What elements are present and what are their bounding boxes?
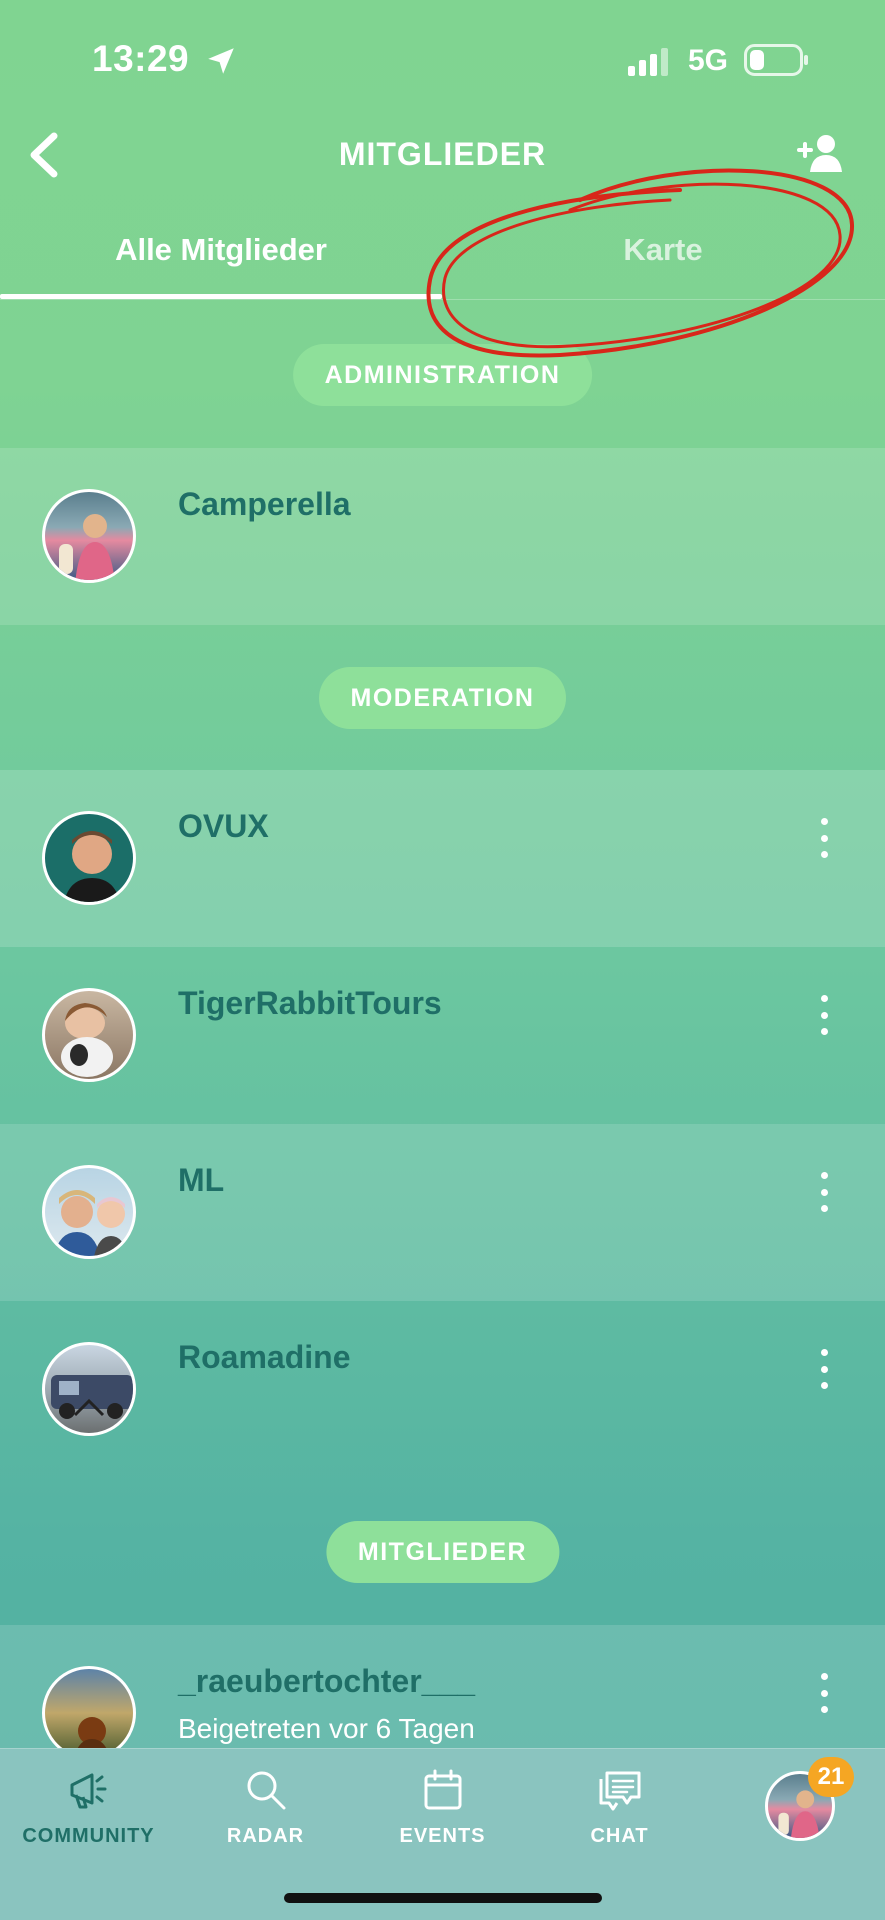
nav-chat[interactable]: CHAT bbox=[531, 1767, 708, 1848]
section-members: MITGLIEDER bbox=[0, 1478, 885, 1625]
page-title: MITGLIEDER bbox=[338, 136, 547, 172]
member-joined-info: Beigetreten vor 6 Tagen bbox=[178, 1713, 475, 1744]
nav-label: COMMUNITY bbox=[22, 1825, 155, 1847]
section-label-members: MITGLIEDER bbox=[325, 1521, 560, 1583]
location-arrow-icon bbox=[208, 48, 234, 74]
notification-badge: 21 bbox=[808, 1757, 854, 1797]
avatar bbox=[42, 988, 136, 1082]
avatar bbox=[42, 1342, 136, 1436]
more-options-icon[interactable] bbox=[812, 1172, 836, 1212]
tab-all-members[interactable]: Alle Mitglieder bbox=[0, 232, 442, 268]
member-row[interactable]: Roamadine bbox=[0, 1301, 885, 1478]
status-time: 13:29 bbox=[92, 38, 190, 79]
nav-label: EVENTS bbox=[399, 1825, 486, 1847]
status-bar: 13:29 5G bbox=[0, 0, 885, 120]
section-label-administration: ADMINISTRATION bbox=[292, 344, 593, 406]
nav-label: CHAT bbox=[590, 1825, 649, 1847]
section-moderation: MODERATION bbox=[0, 625, 885, 770]
avatar bbox=[42, 811, 136, 905]
network-label: 5G bbox=[688, 44, 729, 77]
nav-community[interactable]: COMMUNITY bbox=[0, 1767, 177, 1848]
member-row[interactable]: OVUX bbox=[0, 770, 885, 947]
member-row[interactable]: Camperella bbox=[0, 448, 885, 625]
section-administration: ADMINISTRATION bbox=[0, 300, 885, 447]
member-row[interactable]: ML bbox=[0, 1124, 885, 1301]
tab-map[interactable]: Karte bbox=[442, 232, 884, 268]
member-tabs: Alle Mitglieder Karte bbox=[0, 222, 885, 300]
more-options-icon[interactable] bbox=[812, 818, 836, 858]
calendar-icon bbox=[424, 1769, 461, 1810]
add-member-icon[interactable] bbox=[795, 132, 845, 174]
more-options-icon[interactable] bbox=[812, 1349, 836, 1389]
avatar bbox=[42, 1165, 136, 1259]
member-row[interactable]: TigerRabbitTours bbox=[0, 947, 885, 1124]
avatar bbox=[42, 1666, 136, 1760]
signal-bars-icon bbox=[628, 48, 668, 76]
more-options-icon[interactable] bbox=[812, 995, 836, 1035]
member-name: Camperella bbox=[178, 486, 351, 522]
chat-icon bbox=[599, 1771, 640, 1811]
section-label-moderation: MODERATION bbox=[318, 667, 567, 729]
megaphone-icon bbox=[70, 1773, 106, 1809]
more-options-icon[interactable] bbox=[812, 1673, 836, 1713]
home-indicator bbox=[284, 1893, 602, 1903]
nav-events[interactable]: EVENTS bbox=[354, 1767, 531, 1848]
active-tab-indicator bbox=[0, 294, 442, 299]
avatar bbox=[42, 489, 136, 583]
member-name: TigerRabbitTours bbox=[178, 985, 442, 1021]
nav-radar[interactable]: RADAR bbox=[177, 1767, 354, 1848]
search-icon bbox=[247, 1771, 285, 1810]
member-name: Roamadine bbox=[178, 1339, 351, 1375]
member-name: ML bbox=[178, 1162, 225, 1198]
nav-label: RADAR bbox=[226, 1825, 305, 1847]
member-name: OVUX bbox=[178, 808, 269, 844]
member-name: _raeubertochter___ bbox=[178, 1663, 476, 1699]
battery-low-icon bbox=[744, 44, 808, 76]
